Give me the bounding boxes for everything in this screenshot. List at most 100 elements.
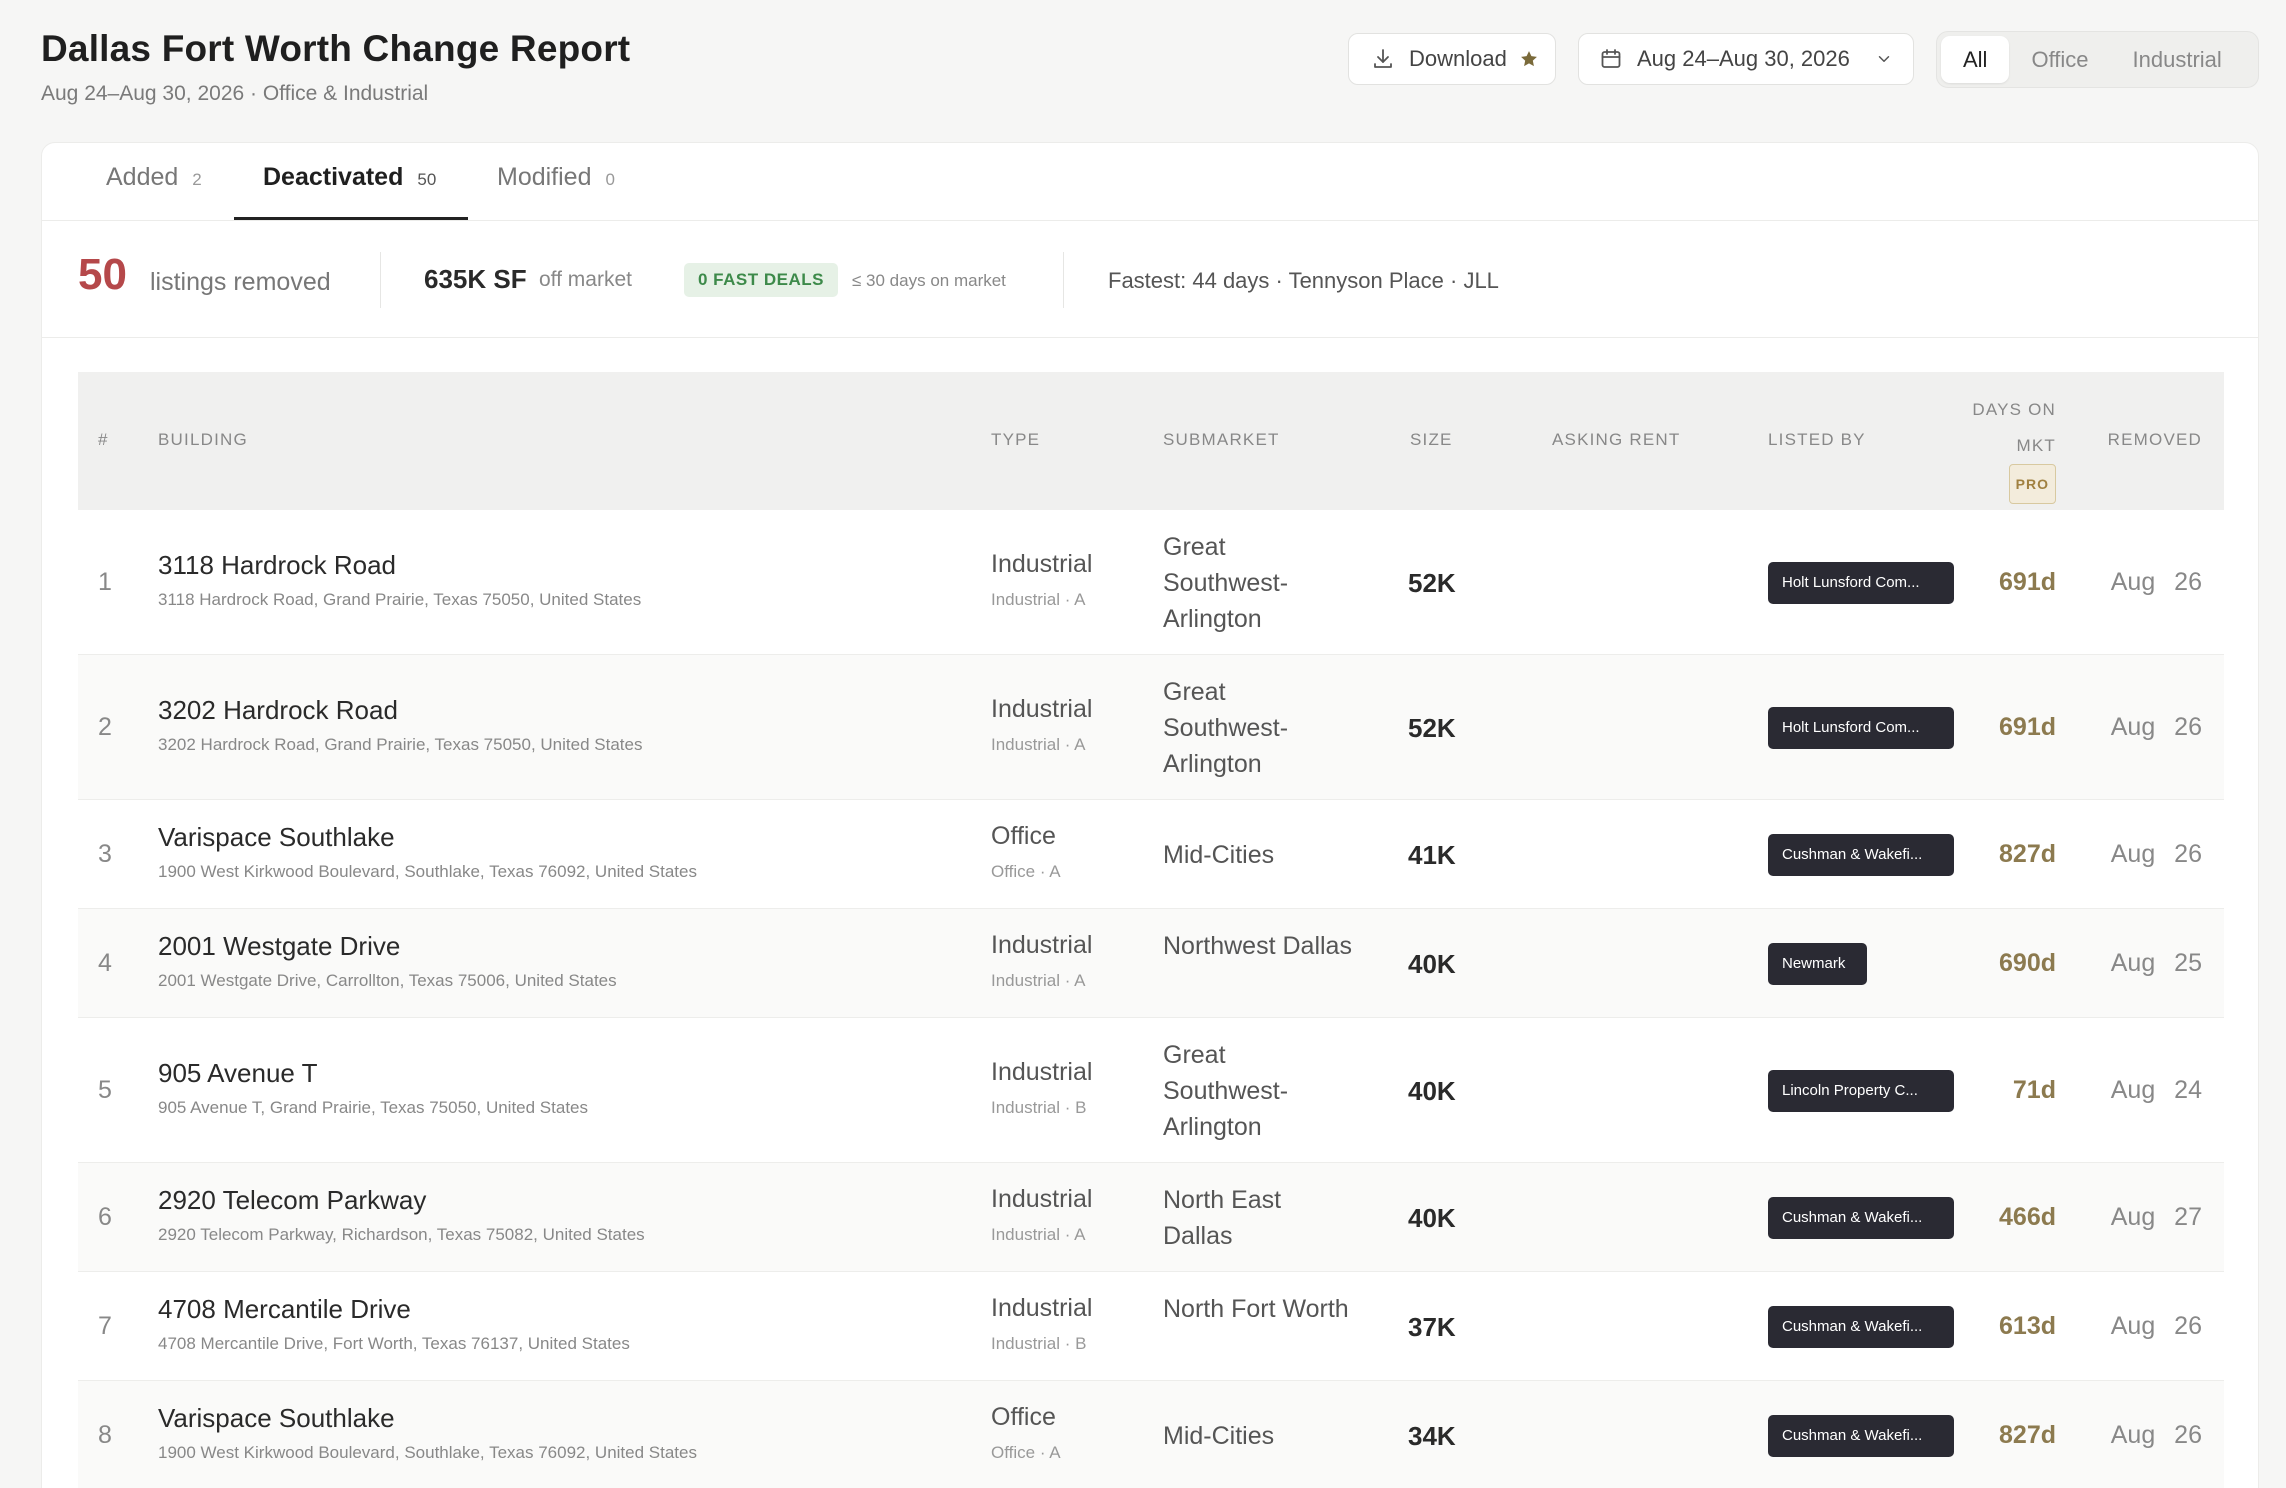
tab-deactivated-label: Deactivated bbox=[263, 163, 404, 191]
building-name[interactable]: 3118 Hardrock Road bbox=[158, 550, 396, 581]
property-class: Industrial · A bbox=[991, 1224, 1086, 1244]
col-days-on-market[interactable]: DAYS ON MKT PRO bbox=[1972, 392, 2056, 504]
property-type-filter: All Office Industrial bbox=[1936, 31, 2259, 88]
property-type: Industrial bbox=[991, 930, 1093, 959]
fast-deals-note: ≤ 30 days on market bbox=[852, 271, 1006, 290]
table-row[interactable]: 8 Varispace Southlake 1900 West Kirkwood B… bbox=[78, 1381, 2224, 1488]
building-address: 4708 Mercantile Drive, Fort Worth, Texas… bbox=[158, 1333, 630, 1353]
building-address: 3118 Hardrock Road, Grand Prairie, Texas… bbox=[158, 589, 642, 609]
building-name[interactable]: 2920 Telecom Parkway bbox=[158, 1185, 426, 1216]
days-on-market: 613d bbox=[1999, 1311, 2056, 1340]
table-row[interactable]: 5 905 Avenue T 905 Avenue T, Grand Prairie… bbox=[78, 1018, 2224, 1163]
tab-modified[interactable]: Modified 0 bbox=[497, 163, 615, 192]
row-number: 4 bbox=[98, 948, 112, 977]
table-row[interactable]: 3 Varispace Southlake 1900 West Kirkwood B… bbox=[78, 800, 2224, 909]
property-type: Industrial bbox=[991, 1057, 1093, 1086]
date-range-picker[interactable]: Aug 24–Aug 30, 2026 bbox=[1578, 33, 1914, 85]
table-row[interactable]: 6 2920 Telecom Parkway 2920 Telecom Parkwa… bbox=[78, 1163, 2224, 1272]
removed-date: Aug 26 bbox=[2110, 1420, 2202, 1449]
days-on-market: 827d bbox=[1999, 1420, 2056, 1449]
download-icon bbox=[1374, 49, 1392, 68]
building-name[interactable]: 3202 Hardrock Road bbox=[158, 695, 398, 726]
submarket: Great Southwest-Arlington bbox=[1163, 532, 1289, 633]
calendar-icon bbox=[1601, 49, 1621, 68]
tab-added[interactable]: Added 2 bbox=[106, 163, 202, 192]
broker-badge[interactable]: Cushman & Wakefi... bbox=[1768, 1196, 1954, 1239]
table-row[interactable]: 1 3118 Hardrock Road 3118 Hardrock Road, G… bbox=[78, 510, 2224, 655]
divider bbox=[380, 252, 381, 308]
building-address: 1900 West Kirkwood Boulevard, Southlake,… bbox=[158, 1442, 697, 1462]
broker-badge[interactable]: Holt Lunsford Com... bbox=[1768, 561, 1954, 604]
building-name[interactable]: 905 Avenue T bbox=[158, 1058, 318, 1089]
submarket: Great Southwest-Arlington bbox=[1163, 677, 1289, 778]
building-name[interactable]: Varispace Southlake bbox=[158, 822, 395, 853]
property-type: Office bbox=[991, 1402, 1056, 1431]
size: 34K bbox=[1408, 1420, 1456, 1451]
broker-badge[interactable]: Newmark bbox=[1768, 942, 1867, 985]
building-address: 3202 Hardrock Road, Grand Prairie, Texas… bbox=[158, 734, 643, 754]
row-number: 1 bbox=[98, 567, 112, 596]
col-days-line1: DAYS ON bbox=[1972, 400, 2056, 419]
broker-badge[interactable]: Lincoln Property C... bbox=[1768, 1069, 1954, 1112]
property-class: Industrial · A bbox=[991, 970, 1086, 990]
size: 41K bbox=[1408, 839, 1456, 870]
row-number: 7 bbox=[98, 1311, 112, 1340]
table-row[interactable]: 2 3202 Hardrock Road 3202 Hardrock Road, G… bbox=[78, 655, 2224, 800]
building-name[interactable]: 2001 Westgate Drive bbox=[158, 931, 400, 962]
broker-badge[interactable]: Cushman & Wakefi... bbox=[1768, 1414, 1954, 1457]
pro-badge: PRO bbox=[2008, 464, 2056, 504]
table-header: # BUILDING TYPE SUBMARKET SIZE ASKING RE… bbox=[78, 372, 2224, 510]
filter-office[interactable]: Office bbox=[2009, 36, 2110, 83]
col-building[interactable]: BUILDING bbox=[158, 430, 248, 450]
days-on-market: 691d bbox=[1999, 712, 2056, 741]
sf-label: off market bbox=[539, 268, 632, 291]
size: 40K bbox=[1408, 1075, 1456, 1106]
col-days-line2: MKT bbox=[2016, 436, 2056, 455]
fast-deals-badge: 0 FAST DEALS bbox=[684, 263, 838, 297]
days-on-market: 691d bbox=[1999, 567, 2056, 596]
report-header: Dallas Fort Worth Change Report Aug 24–A… bbox=[0, 0, 2286, 140]
summary-stats: 50 listings removed 635K SF off market 0… bbox=[42, 222, 2258, 338]
property-type: Office bbox=[991, 821, 1056, 850]
broker-badge[interactable]: Cushman & Wakefi... bbox=[1768, 1305, 1954, 1348]
tab-deactivated-count: 50 bbox=[417, 170, 437, 189]
size: 52K bbox=[1408, 712, 1456, 743]
filter-industrial[interactable]: Industrial bbox=[2111, 36, 2244, 83]
property-class: Industrial · B bbox=[991, 1097, 1087, 1117]
table-row[interactable]: 4 2001 Westgate Drive 2001 Westgate Drive,… bbox=[78, 909, 2224, 1018]
col-type[interactable]: TYPE bbox=[991, 430, 1040, 450]
chevron-down-icon bbox=[1878, 56, 1890, 62]
download-label: Download bbox=[1409, 46, 1507, 71]
row-number: 6 bbox=[98, 1202, 112, 1231]
tab-added-label: Added bbox=[106, 163, 179, 191]
tab-deactivated[interactable]: Deactivated 50 bbox=[263, 163, 436, 192]
col-size[interactable]: SIZE bbox=[1410, 430, 1453, 450]
building-name[interactable]: 4708 Mercantile Drive bbox=[158, 1294, 411, 1325]
broker-badge[interactable]: Holt Lunsford Com... bbox=[1768, 706, 1954, 749]
col-listed-by[interactable]: LISTED BY bbox=[1768, 430, 1866, 450]
removed-date: Aug 26 bbox=[2110, 1311, 2202, 1340]
row-number: 5 bbox=[98, 1075, 112, 1104]
property-class: Office · A bbox=[991, 1442, 1061, 1462]
tab-added-count: 2 bbox=[192, 170, 202, 189]
report-card: Added 2 Deactivated 50 Modified 0 50 lis… bbox=[41, 142, 2259, 1488]
removed-label: listings removed bbox=[150, 268, 331, 296]
col-asking-rent[interactable]: ASKING RENT bbox=[1552, 430, 1680, 450]
property-type: Industrial bbox=[991, 549, 1093, 578]
download-button[interactable]: Download bbox=[1348, 33, 1556, 85]
col-removed[interactable]: REMOVED bbox=[2108, 430, 2202, 450]
active-tab-indicator bbox=[234, 217, 468, 220]
days-on-market: 71d bbox=[2012, 1075, 2056, 1104]
removed-date: Aug 24 bbox=[2110, 1075, 2202, 1104]
col-submarket[interactable]: SUBMARKET bbox=[1163, 430, 1280, 450]
filter-all[interactable]: All bbox=[1941, 36, 2010, 83]
row-number: 2 bbox=[98, 712, 112, 741]
table-row[interactable]: 7 4708 Mercantile Drive 4708 Mercantile Dr… bbox=[78, 1272, 2224, 1381]
col-num: # bbox=[98, 430, 109, 449]
property-class: Industrial · A bbox=[991, 589, 1086, 609]
removed-date: Aug 26 bbox=[2110, 712, 2202, 741]
row-number: 3 bbox=[98, 839, 112, 868]
broker-badge[interactable]: Cushman & Wakefi... bbox=[1768, 833, 1954, 876]
building-name[interactable]: Varispace Southlake bbox=[158, 1403, 395, 1434]
building-address: 1900 West Kirkwood Boulevard, Southlake,… bbox=[158, 861, 697, 881]
